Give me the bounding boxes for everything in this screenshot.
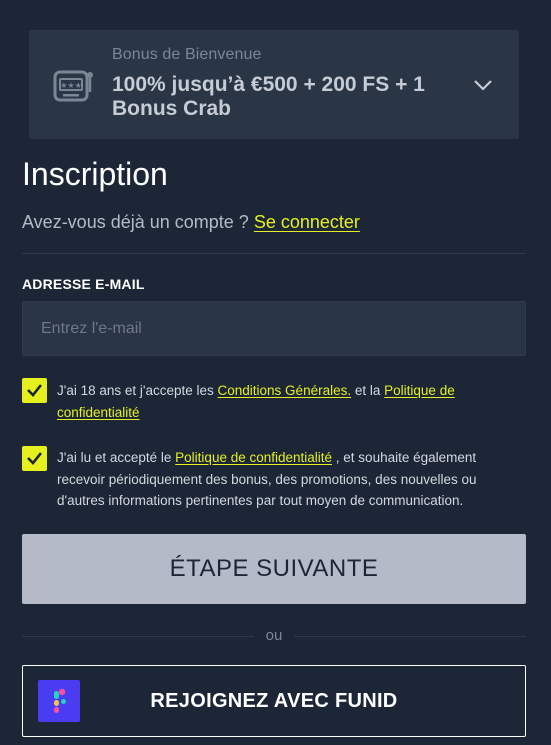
terms-conditions-link[interactable]: Conditions Générales. bbox=[218, 383, 352, 398]
marketing-privacy-link[interactable]: Politique de confidentialité bbox=[175, 450, 332, 465]
check-icon bbox=[27, 452, 43, 465]
check-icon bbox=[27, 384, 43, 397]
or-separator: ou bbox=[265, 627, 283, 644]
login-prompt: Avez-vous déjà un compte ? bbox=[22, 212, 249, 232]
page-title: Inscription bbox=[22, 156, 168, 192]
or-divider-left bbox=[22, 636, 254, 637]
login-prompt-line: Avez-vous déjà un compte ? Se connecter bbox=[22, 212, 360, 233]
chevron-down-icon[interactable] bbox=[473, 78, 493, 92]
login-link[interactable]: Se connecter bbox=[254, 212, 360, 232]
bonus-offer: 100% jusqu’à €500 + 200 FS + 1 Bonus Cra… bbox=[112, 73, 425, 120]
email-label: ADRESSE E-MAIL bbox=[22, 276, 145, 292]
funid-join-button[interactable]: REJOIGNEZ AVEC FUNID bbox=[22, 665, 526, 737]
terms-text-before: J'ai 18 ans et j'accepte les bbox=[57, 383, 214, 398]
marketing-text-before: J'ai lu et accepté le bbox=[57, 450, 172, 465]
email-field[interactable] bbox=[22, 301, 526, 356]
next-step-button[interactable]: ÉTAPE SUIVANTE bbox=[22, 534, 526, 604]
marketing-checkbox[interactable] bbox=[22, 446, 47, 471]
terms-consent-text: J'ai 18 ans et j'accepte les Conditions … bbox=[57, 380, 497, 423]
divider bbox=[22, 253, 526, 254]
slot-machine-icon: ★★★ bbox=[53, 70, 93, 102]
bonus-label: Bonus de Bienvenue bbox=[112, 46, 262, 63]
svg-text:★★★: ★★★ bbox=[60, 81, 82, 90]
welcome-bonus-selector[interactable]: ★★★ Bonus de Bienvenue 100% jusqu’à €500… bbox=[29, 30, 519, 139]
terms-text-middle: et la bbox=[354, 383, 381, 398]
marketing-consent-text: J'ai lu et accepté le Politique de confi… bbox=[57, 447, 497, 512]
funid-button-label: REJOIGNEZ AVEC FUNID bbox=[150, 690, 398, 712]
or-divider-right bbox=[294, 636, 526, 637]
terms-checkbox[interactable] bbox=[22, 378, 47, 403]
